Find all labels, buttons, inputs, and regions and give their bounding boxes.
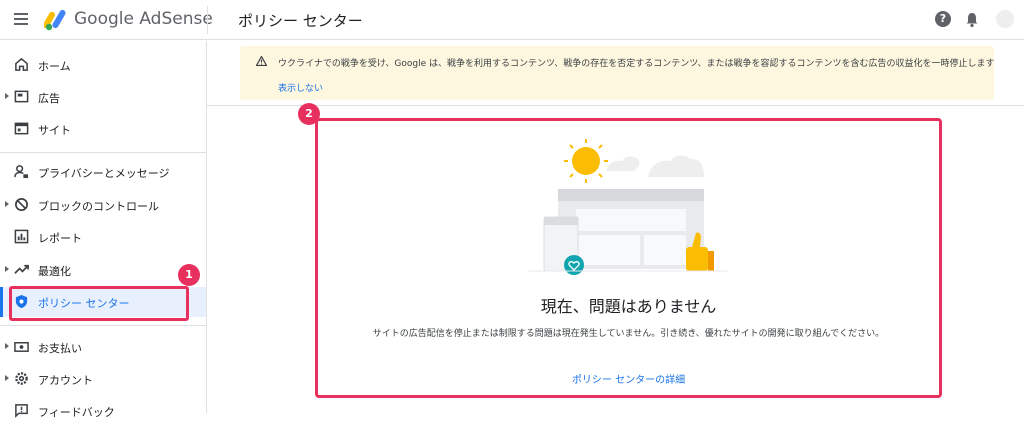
sidebar-item-feedback[interactable]: フィードバック bbox=[0, 396, 206, 426]
chevron-right-icon bbox=[5, 201, 9, 207]
sidebar-item-account[interactable]: アカウント bbox=[0, 364, 206, 394]
dismiss-link[interactable]: 表示しない bbox=[278, 81, 323, 94]
active-indicator bbox=[0, 287, 3, 317]
top-app-bar: Google AdSense ポリシー センター ? bbox=[0, 0, 1024, 40]
sidebar-item-label: 最適化 bbox=[38, 265, 71, 278]
sidebar-item-sites[interactable]: サイト bbox=[0, 114, 206, 144]
step-marker-1: 1 bbox=[178, 264, 200, 286]
sidebar-item-label: プライバシーとメッセージ bbox=[38, 167, 170, 180]
ads-icon bbox=[14, 90, 29, 103]
highlight-box-policy-center bbox=[9, 286, 189, 321]
chevron-right-icon bbox=[5, 266, 9, 272]
sidebar-item-payments[interactable]: お支払い bbox=[0, 332, 206, 362]
sidebar-item-privacy[interactable]: プライバシーとメッセージ bbox=[0, 157, 206, 187]
sidebar-item-ads[interactable]: 広告 bbox=[0, 82, 206, 112]
avatar[interactable] bbox=[996, 10, 1014, 28]
sidebar-item-optimization[interactable]: 最適化 bbox=[0, 255, 206, 285]
sidebar-item-label: レポート bbox=[38, 232, 82, 245]
warning-icon bbox=[256, 56, 267, 66]
sidebar-item-label: 広告 bbox=[38, 92, 60, 105]
trend-icon bbox=[14, 264, 29, 274]
no-issues-illustration bbox=[528, 139, 728, 275]
content-divider bbox=[207, 105, 1024, 106]
page-title: ポリシー センター bbox=[238, 12, 363, 30]
banner-message: ウクライナでの戦争を受け、Google は、戦争を利用するコンテンツ、戦争の存在… bbox=[278, 59, 995, 69]
brand-name: Google AdSense bbox=[74, 9, 213, 29]
sidebar-item-reports[interactable]: レポート bbox=[0, 222, 206, 252]
sidebar-item-label: ブロックのコントロール bbox=[38, 200, 159, 213]
sidebar-item-label: お支払い bbox=[38, 342, 82, 355]
privacy-icon bbox=[14, 165, 29, 179]
policy-status-card: 現在、問題はありません サイトの広告配信を停止または制限する問題は現在発生してい… bbox=[315, 118, 942, 398]
sidebar-item-label: アカウント bbox=[38, 374, 93, 387]
sun-icon bbox=[564, 139, 608, 183]
feedback-icon bbox=[15, 404, 28, 418]
chevron-right-icon bbox=[5, 93, 9, 99]
warning-banner: ウクライナでの戦争を受け、Google は、戦争を利用するコンテンツ、戦争の存在… bbox=[240, 46, 995, 100]
chevron-right-icon bbox=[5, 375, 9, 381]
sidebar-item-label: ホーム bbox=[38, 60, 71, 73]
sites-icon bbox=[14, 122, 29, 135]
report-icon bbox=[14, 229, 29, 244]
sidebar-divider bbox=[0, 152, 206, 153]
bell-icon[interactable] bbox=[964, 11, 980, 28]
status-description: サイトの広告配信を停止または制限する問題は現在発生していません。引き続き、優れた… bbox=[372, 329, 885, 339]
chevron-right-icon bbox=[5, 343, 9, 349]
sidebar-item-label: サイト bbox=[38, 124, 71, 137]
sidebar: ホーム 広告 サイト プライバシーとメッセージ ブロックのコントロール レポート… bbox=[0, 41, 207, 419]
gear-icon bbox=[15, 372, 28, 385]
sidebar-item-home[interactable]: ホーム bbox=[0, 50, 206, 80]
menu-icon[interactable] bbox=[14, 13, 28, 25]
heart-badge-icon bbox=[564, 255, 584, 275]
status-heading: 現在、問題はありません bbox=[540, 297, 717, 316]
block-icon bbox=[15, 198, 28, 211]
help-icon[interactable]: ? bbox=[935, 11, 951, 27]
sidebar-item-blocking-controls[interactable]: ブロックのコントロール bbox=[0, 190, 206, 220]
home-icon bbox=[15, 57, 28, 71]
sidebar-item-label: フィードバック bbox=[38, 406, 115, 419]
sidebar-divider bbox=[0, 325, 206, 326]
payments-icon bbox=[14, 342, 29, 352]
policy-center-details-link[interactable]: ポリシー センターの詳細 bbox=[318, 371, 939, 386]
header-divider bbox=[207, 6, 208, 34]
adsense-logo-icon bbox=[44, 9, 66, 31]
